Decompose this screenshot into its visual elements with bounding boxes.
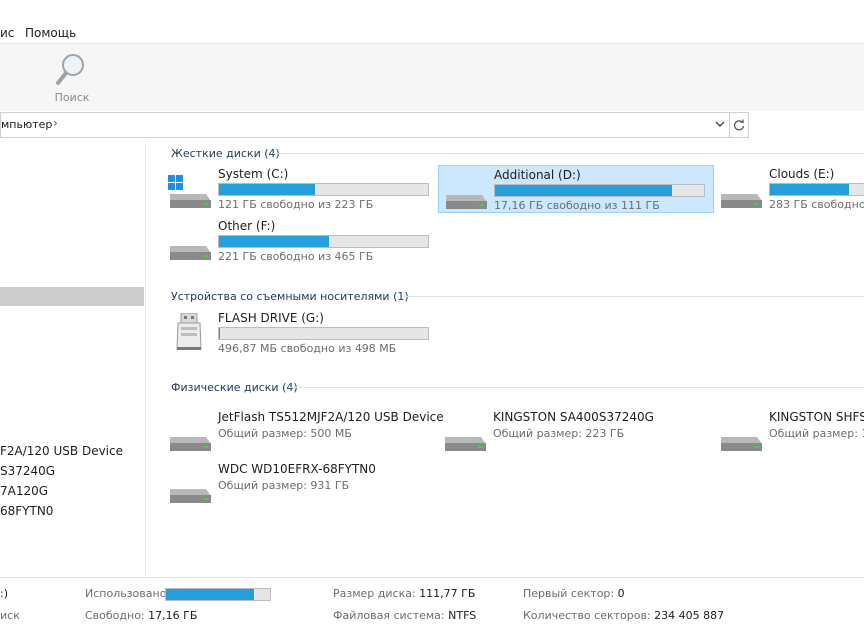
details-pane: :) иск Использовано: Свободно: 17,16 ГБ … <box>0 577 864 628</box>
status-disk-size: Размер диска: 111,77 ГБ <box>333 587 475 600</box>
volume-usage-bar <box>218 327 429 340</box>
address-bar: мпьютер › <box>0 111 864 142</box>
chevron-down-icon[interactable] <box>714 118 726 130</box>
refresh-button[interactable] <box>729 112 749 138</box>
volume-usage-bar <box>218 235 429 248</box>
hard-drive-icon <box>718 175 764 211</box>
hard-drive-icon <box>167 418 213 454</box>
group-divider <box>273 153 864 154</box>
disk-size-info: Общий размер: 1 <box>769 427 864 440</box>
nav-selected-item[interactable] <box>0 287 144 306</box>
nav-item-jetflash[interactable]: F2A/120 USB Device <box>0 444 123 458</box>
usb-drive-icon <box>167 313 213 353</box>
breadcrumb-chevron-icon[interactable]: › <box>53 116 58 130</box>
physical-disk-tile[interactable]: KINGSTON SHFS37 Общий размер: 1 <box>714 408 864 456</box>
status-disk-partial: иск <box>0 609 20 622</box>
volume-usage-fill <box>770 184 849 195</box>
disk-name: KINGSTON SA400S37240G <box>493 410 654 424</box>
volume-free-info: 121 ГБ свободно из 223 ГБ <box>218 198 373 211</box>
refresh-icon <box>730 113 748 137</box>
hard-drive-icon <box>718 418 764 454</box>
nav-item-kingston-sa400[interactable]: S37240G <box>0 464 55 478</box>
disk-size-info: Общий размер: 500 МБ <box>218 427 352 440</box>
volume-usage-fill <box>495 185 672 196</box>
hard-drive-icon <box>442 418 488 454</box>
volume-usage-bar <box>769 183 864 196</box>
toolbar: Поиск <box>0 43 864 112</box>
search-button[interactable]: Поиск <box>46 50 98 106</box>
volume-name: Other (F:) <box>218 219 275 233</box>
volume-usage-bar <box>494 184 705 197</box>
nav-item-wdc[interactable]: 68FYTN0 <box>0 504 53 518</box>
disk-name: KINGSTON SHFS37 <box>769 410 864 424</box>
volume-name: Additional (D:) <box>494 168 581 182</box>
disk-name: JetFlash TS512MJF2A/120 USB Device <box>218 410 444 424</box>
physical-disk-tile[interactable]: JetFlash TS512MJF2A/120 USB Device Общий… <box>163 408 439 456</box>
physical-disk-tile[interactable]: KINGSTON SA400S37240G Общий размер: 223 … <box>438 408 714 456</box>
search-icon <box>46 50 98 90</box>
status-free: Свободно: 17,16 ГБ <box>85 609 197 622</box>
disk-size-info: Общий размер: 223 ГБ <box>493 427 624 440</box>
hard-drive-icon <box>443 176 489 212</box>
menu-item-help[interactable]: Помощь <box>25 26 76 40</box>
address-input[interactable]: мпьютер › <box>0 112 730 138</box>
volume-usage-fill <box>219 184 315 195</box>
status-first-sector: Первый сектор: 0 <box>523 587 625 600</box>
group-divider <box>290 387 864 388</box>
status-file-system: Файловая система: NTFS <box>333 609 476 622</box>
volume-tile-d[interactable]: Additional (D:) 17,16 ГБ свободно из 111… <box>438 165 714 213</box>
volume-tile-f[interactable]: Other (F:) 221 ГБ свободно из 465 ГБ <box>163 217 439 265</box>
status-used-label: Использовано: <box>85 587 170 600</box>
address-path[interactable]: мпьютер <box>1 118 52 131</box>
disk-name: WDC WD10EFRX-68FYTN0 <box>218 462 376 476</box>
search-label: Поиск <box>46 91 98 104</box>
menu-item-service[interactable]: ис <box>0 26 14 40</box>
windows-drive-icon <box>167 175 213 211</box>
volume-usage-fill <box>219 236 329 247</box>
volume-free-info: 283 ГБ свободно из <box>769 198 864 211</box>
group-header-physical[interactable]: Физические диски (4) <box>171 381 298 394</box>
hard-drive-icon <box>167 470 213 506</box>
disk-size-info: Общий размер: 931 ГБ <box>218 479 349 492</box>
hard-drive-icon <box>167 227 213 263</box>
volume-name: Clouds (E:) <box>769 167 834 181</box>
volume-free-info: 17,16 ГБ свободно из 111 ГБ <box>494 199 660 212</box>
group-divider <box>403 296 864 297</box>
status-volume-partial: :) <box>0 587 8 600</box>
physical-disk-tile[interactable]: WDC WD10EFRX-68FYTN0 Общий размер: 931 Г… <box>163 460 439 508</box>
volume-name: FLASH DRIVE (G:) <box>218 311 324 325</box>
volume-usage-bar <box>218 183 429 196</box>
group-header-removable[interactable]: Устройства со съемными носителями (1) <box>171 290 409 303</box>
volume-tile-g[interactable]: FLASH DRIVE (G:) 496,87 МБ свободно из 4… <box>163 309 439 357</box>
volume-name: System (C:) <box>218 167 288 181</box>
volume-free-info: 221 ГБ свободно из 465 ГБ <box>218 250 373 263</box>
navigation-pane: F2A/120 USB Device S37240G 7A120G 68FYTN… <box>0 143 146 576</box>
content-area: Жесткие диски (4) System (C:) 121 ГБ сво… <box>146 143 864 576</box>
volume-free-info: 496,87 МБ свободно из 498 МБ <box>218 342 396 355</box>
volume-tile-c[interactable]: System (C:) 121 ГБ свободно из 223 ГБ <box>163 165 439 213</box>
group-header-hard-drives[interactable]: Жесткие диски (4) <box>171 147 280 160</box>
nav-item-kingston-shfs[interactable]: 7A120G <box>0 484 48 498</box>
menu-bar: ис Помощь <box>0 0 864 43</box>
status-usage-bar <box>165 588 271 601</box>
status-usage-fill <box>166 589 254 600</box>
volume-tile-e[interactable]: Clouds (E:) 283 ГБ свободно из <box>714 165 864 213</box>
status-sector-count: Количество секторов: 234 405 887 <box>523 609 724 622</box>
